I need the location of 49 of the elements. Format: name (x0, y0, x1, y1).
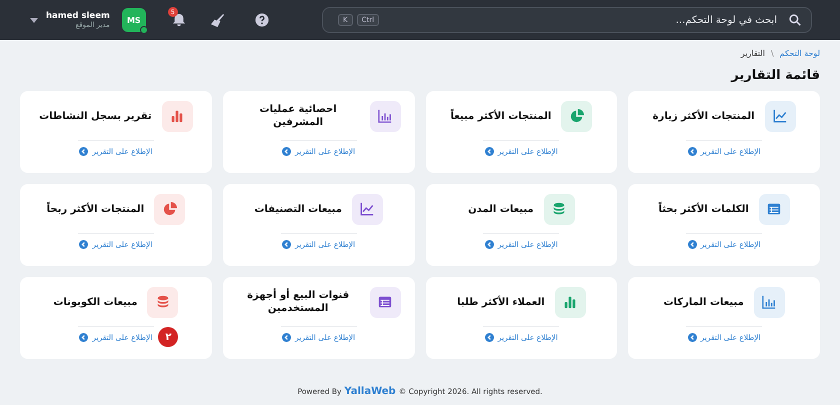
report-title: الكلمات الأكثر بحثاً (658, 202, 749, 216)
chevron-icon (79, 147, 88, 156)
chevron-icon (688, 147, 697, 156)
report-title: احصائية عمليات المشرفين (258, 103, 338, 129)
chevron-icon (282, 333, 292, 342)
search-icon (789, 14, 801, 26)
chevron-icon (484, 240, 494, 249)
user-avatar[interactable]: MS (122, 8, 146, 32)
breadcrumb-link[interactable]: لوحة التحكم (780, 48, 820, 58)
pie-chart-icon (162, 202, 177, 216)
chevron-icon (79, 333, 88, 342)
report-title: العملاء الأكثر طلبا (457, 296, 545, 308)
chevron-icon (484, 333, 494, 342)
breadcrumb-separator: \ (770, 48, 774, 58)
bell-icon[interactable] (172, 13, 186, 27)
report-title: المنتجات الأكثر زيارة (652, 110, 755, 122)
help-icon[interactable] (254, 13, 269, 27)
page-title: قائمة التقارير (730, 68, 820, 83)
chevron-icon (282, 240, 292, 249)
table-icon (378, 295, 392, 309)
breadcrumb-current: التقارير (740, 48, 765, 58)
chevron-icon (282, 147, 292, 156)
chevron-icon (79, 240, 88, 249)
report-title: قنوات البيع أو أجهزة المستخدمين (246, 289, 350, 315)
chevron-icon (688, 333, 697, 342)
chevron-icon (484, 147, 494, 156)
coins-icon (156, 295, 170, 309)
report-title: مبيعات التصنيفات (254, 202, 342, 216)
bar-chart-icon (563, 295, 578, 309)
line-chart-icon (773, 109, 788, 123)
report-title: مبيعات الماركات (663, 296, 744, 308)
user-name: hamed sleem (46, 11, 110, 21)
report-title: المنتجات الأكثر مبيعاً (450, 110, 552, 122)
bar-chart-icon (378, 109, 392, 123)
line-chart-icon (360, 202, 374, 216)
bar-chart-icon (762, 295, 776, 309)
broom-icon[interactable] (210, 12, 225, 28)
search-input[interactable]: ابحث في لوحة التحكم... (383, 14, 779, 26)
caret-icon[interactable] (30, 18, 38, 22)
report-title: المنتجات الأكثر ربحاً (46, 202, 144, 216)
bar-chart-icon (170, 109, 184, 123)
report-title: مبيعات الكوبونات (53, 296, 138, 308)
count-badge: ٢ (158, 327, 178, 347)
coins-icon (552, 202, 566, 216)
report-title: تقرير بسجل النشاطات (39, 110, 152, 122)
pie-chart-icon (570, 109, 584, 123)
table-icon (767, 202, 782, 216)
chevron-icon (688, 240, 697, 249)
report-title: مبيعات المدن (468, 202, 534, 216)
